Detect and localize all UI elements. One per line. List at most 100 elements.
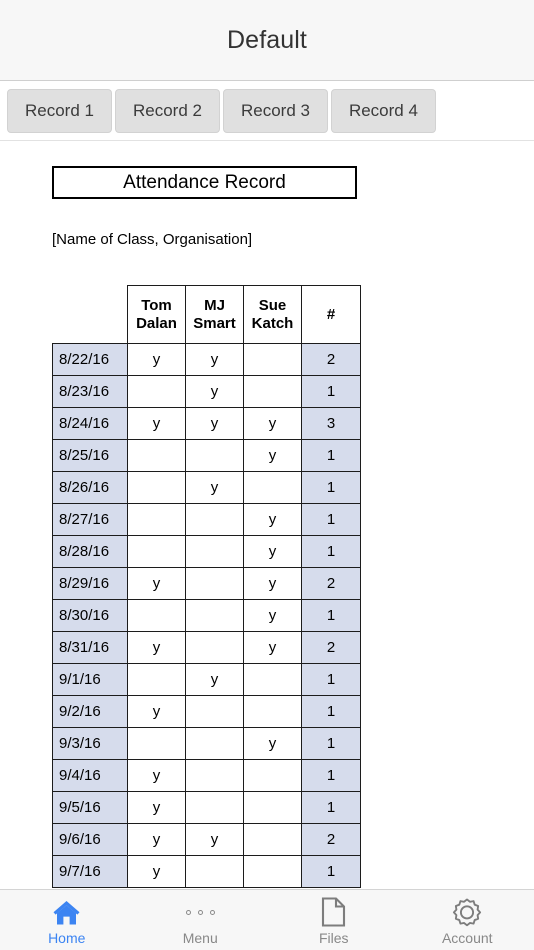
cell-attendance[interactable]	[185, 759, 244, 792]
cell-attendance[interactable]	[243, 663, 302, 696]
cell-attendance[interactable]	[243, 823, 302, 856]
table-row[interactable]: 8/29/16 y y 2	[52, 567, 361, 600]
cell-attendance[interactable]: y	[243, 567, 302, 600]
cell-attendance[interactable]	[185, 535, 244, 568]
table-row[interactable]: 9/4/16 y 1	[52, 759, 361, 792]
table-row[interactable]: 8/26/16 y 1	[52, 471, 361, 504]
table-row[interactable]: 8/23/16 y 1	[52, 375, 361, 408]
cell-attendance[interactable]	[185, 855, 244, 888]
table-row[interactable]: 9/2/16 y 1	[52, 695, 361, 728]
cell-attendance[interactable]: y	[127, 791, 186, 824]
cell-attendance[interactable]	[127, 471, 186, 504]
document-scroll-area[interactable]: Attendance Record [Name of Class, Organi…	[0, 142, 534, 889]
cell-date[interactable]: 8/23/16	[52, 375, 128, 408]
table-row[interactable]: 9/5/16 y 1	[52, 791, 361, 824]
table-row[interactable]: 8/25/16 y 1	[52, 439, 361, 472]
cell-date[interactable]: 8/26/16	[52, 471, 128, 504]
cell-date[interactable]: 9/6/16	[52, 823, 128, 856]
cell-attendance[interactable]: y	[243, 631, 302, 664]
cell-attendance[interactable]	[185, 567, 244, 600]
cell-attendance[interactable]: y	[243, 439, 302, 472]
cell-attendance[interactable]: y	[185, 375, 244, 408]
table-row[interactable]: 8/31/16 y y 2	[52, 631, 361, 664]
cell-attendance[interactable]: y	[185, 823, 244, 856]
record-button-2[interactable]: Record 2	[114, 88, 220, 133]
cell-attendance[interactable]	[127, 375, 186, 408]
cell-attendance[interactable]: y	[185, 471, 244, 504]
record-button-3[interactable]: Record 3	[222, 88, 328, 133]
table-row[interactable]: 8/27/16 y 1	[52, 503, 361, 536]
cell-date[interactable]: 9/3/16	[52, 727, 128, 760]
cell-date[interactable]: 8/22/16	[52, 343, 128, 376]
cell-attendance[interactable]: y	[243, 407, 302, 440]
tab-menu[interactable]: Menu	[134, 890, 268, 950]
cell-attendance[interactable]	[127, 599, 186, 632]
cell-attendance[interactable]: y	[185, 343, 244, 376]
cell-date[interactable]: 8/31/16	[52, 631, 128, 664]
tab-home[interactable]: Home	[0, 890, 134, 950]
cell-attendance[interactable]	[185, 631, 244, 664]
cell-attendance[interactable]: y	[127, 343, 186, 376]
cell-date[interactable]: 8/27/16	[52, 503, 128, 536]
cell-count: 2	[301, 631, 361, 664]
table-row[interactable]: 8/30/16 y 1	[52, 599, 361, 632]
file-icon	[321, 897, 346, 927]
cell-date[interactable]: 8/29/16	[52, 567, 128, 600]
cell-attendance[interactable]: y	[243, 727, 302, 760]
table-row[interactable]: 8/22/16 y y 2	[52, 343, 361, 376]
cell-attendance[interactable]	[185, 439, 244, 472]
cell-attendance[interactable]	[243, 855, 302, 888]
cell-attendance[interactable]	[185, 695, 244, 728]
cell-attendance[interactable]	[243, 375, 302, 408]
cell-attendance[interactable]	[127, 727, 186, 760]
table-row[interactable]: 9/1/16 y 1	[52, 663, 361, 696]
table-row[interactable]: 9/6/16 y y 2	[52, 823, 361, 856]
cell-attendance[interactable]	[185, 503, 244, 536]
cell-attendance[interactable]: y	[127, 855, 186, 888]
cell-attendance[interactable]: y	[127, 631, 186, 664]
record-button-4[interactable]: Record 4	[330, 88, 436, 133]
table-row[interactable]: 9/3/16 y 1	[52, 727, 361, 760]
table-row[interactable]: 8/28/16 y 1	[52, 535, 361, 568]
cell-date[interactable]: 9/1/16	[52, 663, 128, 696]
cell-attendance[interactable]	[185, 727, 244, 760]
cell-attendance[interactable]	[127, 503, 186, 536]
cell-attendance[interactable]	[243, 471, 302, 504]
cell-attendance[interactable]: y	[243, 503, 302, 536]
record-button-1[interactable]: Record 1	[7, 88, 112, 133]
cell-attendance[interactable]	[243, 791, 302, 824]
cell-attendance[interactable]: y	[185, 407, 244, 440]
cell-date[interactable]: 8/30/16	[52, 599, 128, 632]
cell-attendance[interactable]: y	[127, 695, 186, 728]
cell-attendance[interactable]: y	[127, 823, 186, 856]
cell-attendance[interactable]: y	[243, 535, 302, 568]
cell-attendance[interactable]	[185, 791, 244, 824]
cell-attendance[interactable]	[243, 343, 302, 376]
cell-attendance[interactable]: y	[243, 599, 302, 632]
cell-date[interactable]: 9/2/16	[52, 695, 128, 728]
table-row[interactable]: 9/7/16 y 1	[52, 855, 361, 888]
cell-attendance[interactable]	[185, 599, 244, 632]
cell-attendance[interactable]	[127, 439, 186, 472]
cell-attendance[interactable]	[127, 663, 186, 696]
tab-account[interactable]: Account	[401, 890, 534, 950]
table-header-row: Tom Dalan MJ Smart Sue Katch #	[53, 285, 361, 344]
app-root: Default Record 1 Record 2 Record 3 Recor…	[0, 0, 534, 950]
column-header-line-2: Katch	[251, 314, 294, 332]
cell-attendance[interactable]: y	[127, 407, 186, 440]
cell-attendance[interactable]	[243, 759, 302, 792]
cell-date[interactable]: 9/4/16	[52, 759, 128, 792]
cell-date[interactable]: 9/7/16	[52, 855, 128, 888]
tab-files[interactable]: Files	[267, 890, 401, 950]
cell-attendance[interactable]: y	[127, 759, 186, 792]
cell-attendance[interactable]	[243, 695, 302, 728]
cell-date[interactable]: 8/24/16	[52, 407, 128, 440]
cell-date[interactable]: 8/25/16	[52, 439, 128, 472]
cell-attendance[interactable]: y	[185, 663, 244, 696]
cell-date[interactable]: 9/5/16	[52, 791, 128, 824]
cell-attendance[interactable]: y	[127, 567, 186, 600]
cell-attendance[interactable]	[127, 535, 186, 568]
cell-date[interactable]: 8/28/16	[52, 535, 128, 568]
table-body: 8/22/16 y y 2 8/23/16 y 1 8/24/16 y y y 3 8/25/16 y 1 8…	[52, 343, 361, 888]
table-row[interactable]: 8/24/16 y y y 3	[52, 407, 361, 440]
